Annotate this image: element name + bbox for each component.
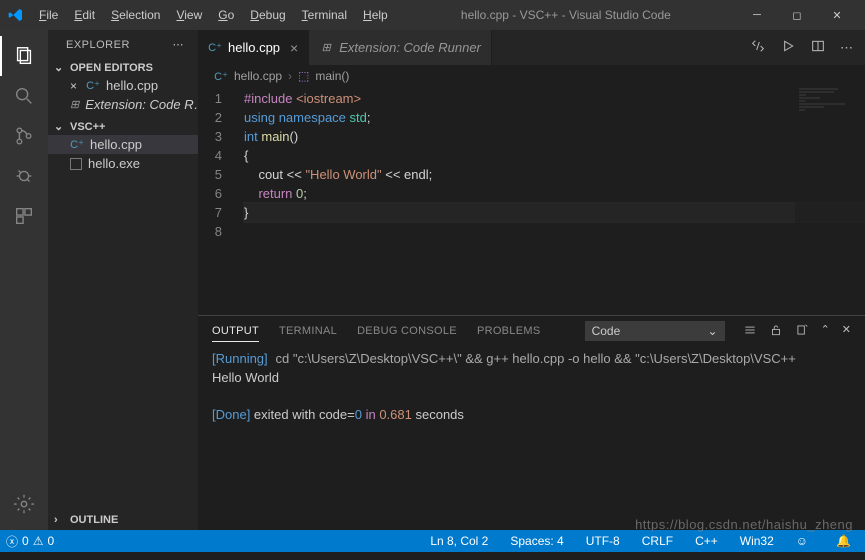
open-editor-item[interactable]: ×C⁺hello.cpp [48, 76, 198, 95]
source-control-icon[interactable] [0, 116, 48, 156]
close-panel-icon[interactable]: ✕ [842, 323, 851, 340]
status-spaces[interactable]: Spaces: 4 [504, 534, 569, 548]
chevron-down-icon: ⌄ [708, 324, 718, 338]
maximize-button[interactable]: ◻ [777, 0, 817, 30]
sidebar-title: EXPLORER⋯ [48, 30, 198, 57]
status-target[interactable]: Win32 [734, 534, 780, 548]
close-icon[interactable]: × [70, 79, 77, 93]
vscode-icon [8, 7, 24, 23]
status-feedback-icon[interactable]: ☺ [790, 534, 814, 548]
file-item[interactable]: C⁺hello.cpp [48, 135, 198, 154]
status-bell-icon[interactable]: 🔔 [830, 534, 857, 548]
titlebar: FileEditSelectionViewGoDebugTerminalHelp… [0, 0, 865, 30]
compare-icon[interactable] [750, 38, 766, 57]
editor-tab[interactable]: C⁺hello.cpp× [198, 30, 309, 65]
menu-help[interactable]: Help [356, 4, 395, 26]
menu-file[interactable]: File [32, 4, 65, 26]
status-eol[interactable]: CRLF [636, 534, 679, 548]
status-encoding[interactable]: UTF-8 [580, 534, 626, 548]
exe-icon [70, 158, 82, 170]
settings-icon[interactable] [0, 484, 48, 524]
bottom-panel: OUTPUT TERMINAL DEBUG CONSOLE PROBLEMS Code… [198, 315, 865, 530]
cpp-icon: C⁺ [214, 69, 228, 83]
cpp-icon: C⁺ [70, 138, 84, 152]
lock-icon[interactable] [769, 323, 783, 340]
status-errors[interactable]: ⓧ 0 ⚠ 0 [0, 530, 60, 552]
close-icon[interactable]: × [290, 40, 298, 56]
menu-selection[interactable]: Selection [104, 4, 167, 26]
minimize-button[interactable]: ─ [737, 0, 777, 30]
ext-icon: ⊞ [70, 98, 79, 112]
menu-terminal[interactable]: Terminal [295, 4, 354, 26]
minimap[interactable] [795, 87, 865, 315]
cpp-icon: C⁺ [86, 79, 100, 93]
breadcrumb[interactable]: C⁺ hello.cpp › ⬚ main() [198, 65, 865, 87]
menu-debug[interactable]: Debug [243, 4, 292, 26]
search-icon[interactable] [0, 76, 48, 116]
outline-header[interactable]: ›OUTLINE [48, 512, 198, 528]
symbol-icon: ⬚ [298, 69, 309, 83]
sidebar: EXPLORER⋯ ⌄OPEN EDITORS × C⁺hello.cpp ⊞Ext… [48, 30, 198, 530]
editor-tab[interactable]: ⊞Extension: Code Runner [309, 30, 492, 65]
panel-tab-output[interactable]: OUTPUT [212, 321, 259, 342]
explorer-icon[interactable] [0, 36, 48, 76]
activity-bar [0, 30, 48, 530]
more-icon[interactable]: ⋯ [840, 40, 853, 56]
clear-icon[interactable] [795, 323, 809, 340]
editor-area: C⁺hello.cpp×⊞Extension: Code Runner ⋯ C⁺… [198, 30, 865, 530]
run-icon[interactable] [780, 38, 796, 57]
status-cursor[interactable]: Ln 8, Col 2 [424, 534, 494, 548]
ext-icon: ⊞ [319, 41, 333, 55]
menu-go[interactable]: Go [211, 4, 241, 26]
extensions-icon[interactable] [0, 196, 48, 236]
list-icon[interactable] [743, 323, 757, 340]
debug-icon[interactable] [0, 156, 48, 196]
status-bar: ⓧ 0 ⚠ 0 Ln 8, Col 2 Spaces: 4 UTF-8 CRLF… [0, 530, 865, 552]
cpp-icon: C⁺ [208, 41, 222, 55]
menu-edit[interactable]: Edit [67, 4, 102, 26]
menu-view[interactable]: View [169, 4, 209, 26]
panel-tab-debug-console[interactable]: DEBUG CONSOLE [357, 321, 457, 341]
panel-tab-problems[interactable]: PROBLEMS [477, 321, 541, 341]
editor-tabs: C⁺hello.cpp×⊞Extension: Code Runner ⋯ [198, 30, 865, 65]
open-editor-item[interactable]: ⊞Extension: Code R… [48, 95, 198, 114]
menu-bar: FileEditSelectionViewGoDebugTerminalHelp [32, 4, 395, 26]
window-title: hello.cpp - VSC++ - Visual Studio Code [395, 8, 737, 22]
code-editor[interactable]: 12345678 #include <iostream>using namesp… [198, 87, 865, 315]
panel-tab-terminal[interactable]: TERMINAL [279, 321, 337, 341]
open-editors-header[interactable]: ⌄OPEN EDITORS [48, 59, 198, 76]
output-filter-select[interactable]: Code⌄ [585, 321, 725, 341]
project-header[interactable]: ⌄VSC++ [48, 118, 198, 135]
split-icon[interactable] [810, 38, 826, 57]
more-icon[interactable]: ⋯ [173, 38, 185, 51]
output-body[interactable]: [Running] cd "c:\Users\Z\Desktop\VSC++\"… [198, 346, 865, 530]
status-language[interactable]: C++ [689, 534, 724, 548]
file-item[interactable]: hello.exe [48, 154, 198, 173]
collapse-icon[interactable]: ⌃ [821, 323, 830, 340]
close-button[interactable]: ✕ [817, 0, 857, 30]
